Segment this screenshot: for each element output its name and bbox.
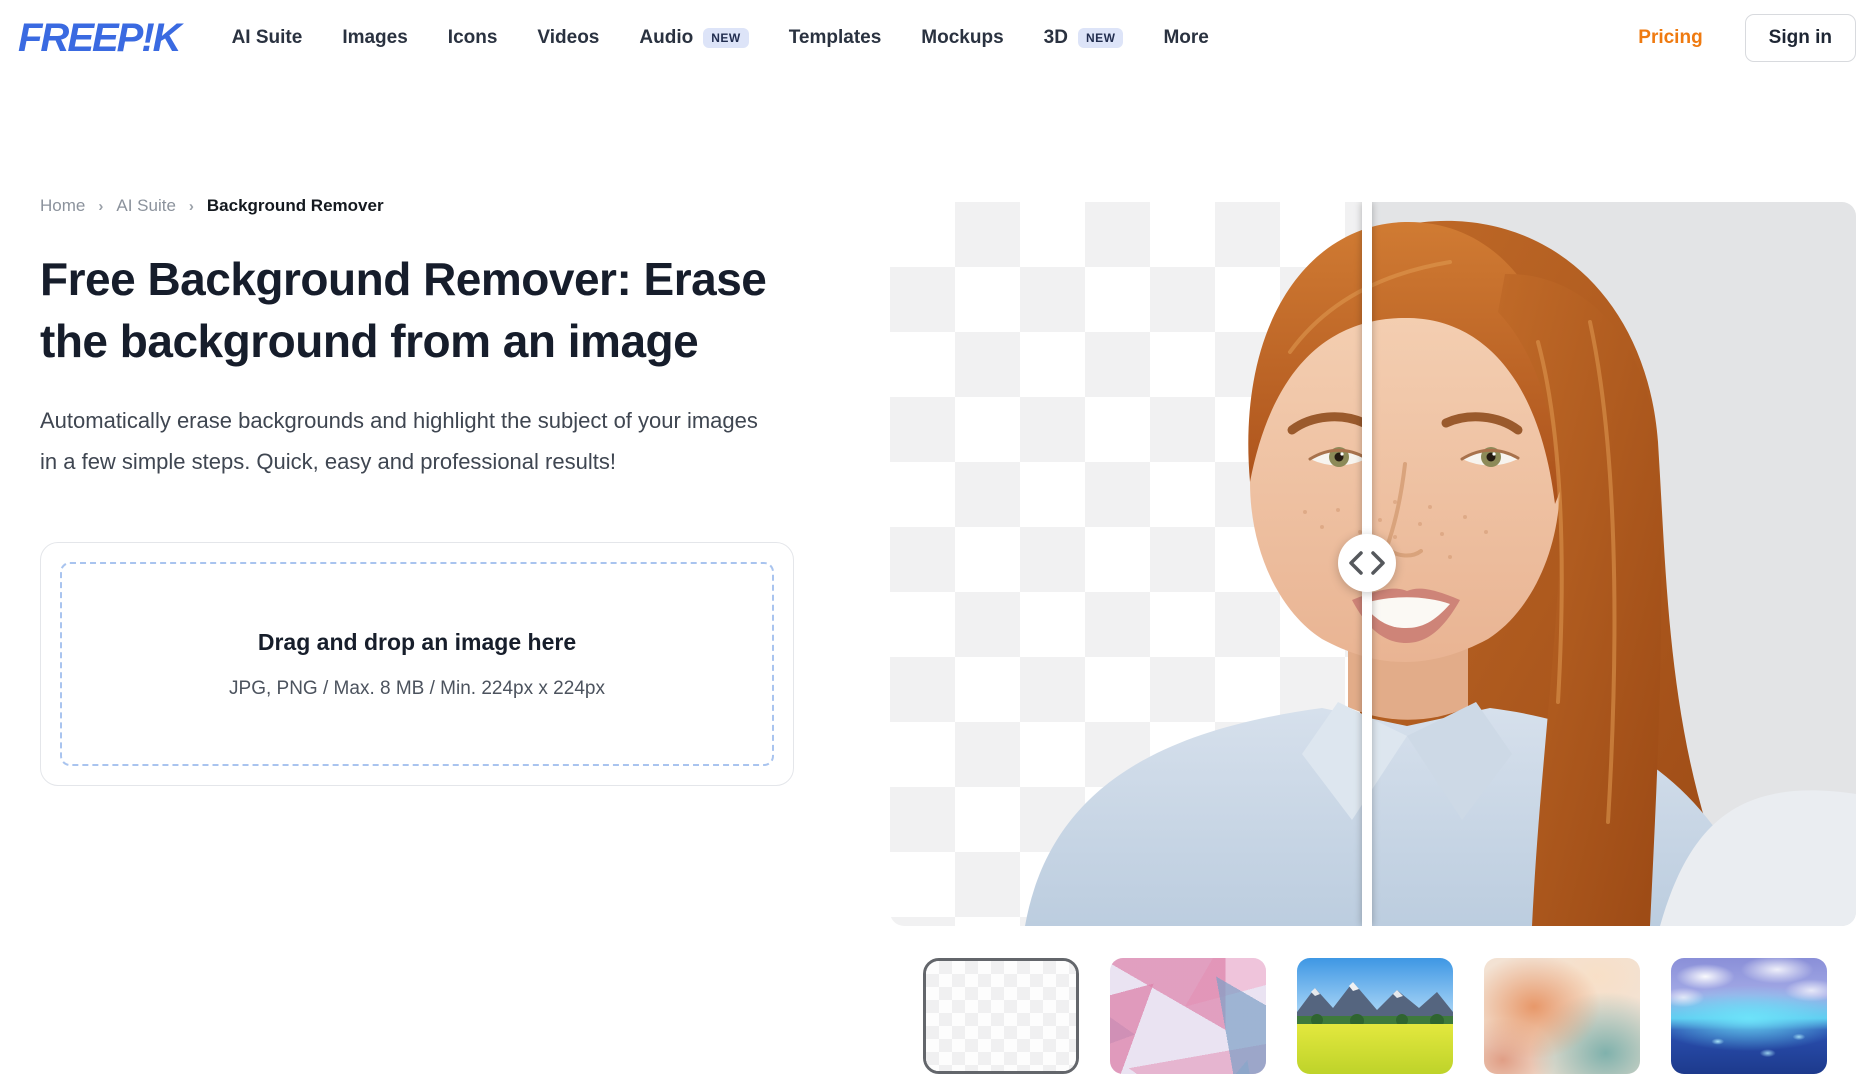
page-title: Free Background Remover: Erase the backg… — [40, 248, 780, 372]
freepik-logo[interactable]: FREEP!K — [12, 18, 186, 58]
background-thumbnail-transparent[interactable] — [923, 958, 1079, 1074]
nav-item-icons[interactable]: Icons — [448, 27, 498, 49]
background-thumbnail-abstract[interactable] — [1484, 958, 1640, 1074]
new-badge: NEW — [703, 28, 749, 48]
triangles-pattern — [1110, 958, 1266, 1074]
background-thumbnail-triangles[interactable] — [1110, 958, 1266, 1074]
meadow-landscape — [1297, 958, 1453, 1074]
breadcrumb-current: Background Remover — [207, 196, 384, 216]
page-description: Automatically erase backgrounds and high… — [40, 400, 760, 482]
background-options — [923, 958, 1856, 1074]
dropzone[interactable]: Drag and drop an image here JPG, PNG / M… — [60, 562, 774, 766]
nav-item-audio[interactable]: AudioNEW — [639, 27, 748, 49]
background-thumbnail-meadow[interactable] — [1297, 958, 1453, 1074]
nav-item-more[interactable]: More — [1163, 27, 1208, 49]
top-nav: FREEP!K AI Suite Images Icons Videos Aud… — [0, 0, 1870, 76]
chevrons-left-right-icon — [1347, 550, 1387, 576]
new-badge: NEW — [1078, 28, 1124, 48]
preview-column — [890, 196, 1856, 1074]
dropzone-requirements: JPG, PNG / Max. 8 MB / Min. 224px x 224p… — [229, 678, 605, 700]
header-actions: Pricing Sign in — [1638, 14, 1856, 62]
breadcrumb-ai-suite[interactable]: AI Suite — [116, 196, 176, 216]
intro-column: Home › AI Suite › Background Remover Fre… — [40, 196, 820, 1074]
nav-item-images[interactable]: Images — [342, 27, 407, 49]
chevron-right-icon: › — [189, 198, 194, 215]
nav-item-3d[interactable]: 3DNEW — [1044, 27, 1124, 49]
sign-in-button[interactable]: Sign in — [1745, 14, 1856, 62]
main-navigation: AI Suite Images Icons Videos AudioNEW Te… — [232, 27, 1209, 49]
nav-item-templates[interactable]: Templates — [789, 27, 882, 49]
nav-item-videos[interactable]: Videos — [537, 27, 599, 49]
comparison-slider-handle[interactable] — [1338, 534, 1396, 592]
page-content: Home › AI Suite › Background Remover Fre… — [0, 196, 1870, 1074]
transparent-pattern — [926, 961, 1076, 1071]
abstract-gradient — [1484, 958, 1640, 1074]
background-thumbnail-ocean[interactable] — [1671, 958, 1827, 1074]
pricing-link[interactable]: Pricing — [1638, 27, 1702, 49]
chevron-right-icon: › — [98, 198, 103, 215]
nav-item-mockups[interactable]: Mockups — [921, 27, 1003, 49]
dropzone-title: Drag and drop an image here — [258, 629, 576, 656]
upload-card: Drag and drop an image here JPG, PNG / M… — [40, 542, 794, 786]
nav-item-ai-suite[interactable]: AI Suite — [232, 27, 303, 49]
breadcrumb-home[interactable]: Home — [40, 196, 85, 216]
before-after-comparison — [890, 202, 1856, 926]
ocean-scene — [1671, 958, 1827, 1074]
breadcrumb: Home › AI Suite › Background Remover — [40, 196, 820, 216]
